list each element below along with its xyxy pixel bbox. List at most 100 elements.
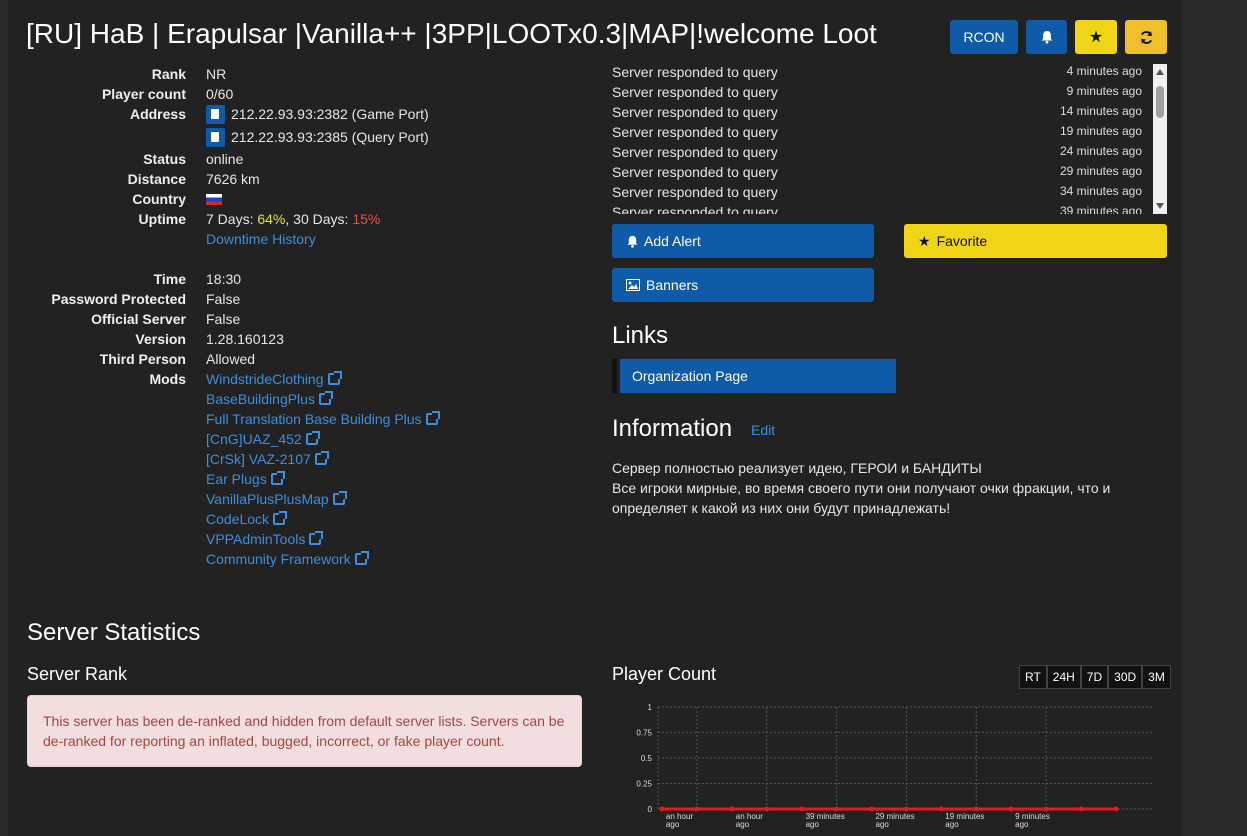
log-text: Server responded to query <box>612 84 778 100</box>
mod-link[interactable]: CodeLock <box>206 511 288 527</box>
official-label: Official Server <box>91 311 186 327</box>
log-entry: Server responded to query 24 minutes ago <box>612 144 1142 164</box>
mod-link[interactable]: WindstrideClothing <box>206 371 342 387</box>
mod-link[interactable]: [CrSk] VAZ-2107 <box>206 451 329 467</box>
log-scrollbar[interactable] <box>1153 64 1167 214</box>
external-link-icon <box>354 551 369 565</box>
third-person-value: Allowed <box>206 351 256 367</box>
range-24h-button[interactable]: 24H <box>1046 665 1081 689</box>
distance-value: 7626 km <box>206 171 260 187</box>
range-30d-button[interactable]: 30D <box>1108 665 1143 689</box>
country-value <box>206 191 222 207</box>
mod-link[interactable]: Full Translation Base Building Plus <box>206 411 440 427</box>
refresh-button[interactable] <box>1125 20 1167 54</box>
external-link-icon <box>327 371 342 385</box>
log-text: Server responded to query <box>612 124 778 140</box>
activity-log[interactable]: Server responded to query 4 minutes ago S… <box>612 64 1167 214</box>
range-rt-button[interactable]: RT <box>1019 665 1047 689</box>
mod-name: VPPAdminTools <box>206 531 306 547</box>
x-tick-label: ago <box>666 820 680 829</box>
log-entry: Server responded to query 29 minutes ago <box>612 164 1142 184</box>
external-link-icon <box>305 431 320 445</box>
version-value: 1.28.160123 <box>206 331 284 347</box>
x-tick-label: ago <box>945 820 959 829</box>
edit-link[interactable]: Edit <box>751 422 775 438</box>
alert-button[interactable] <box>1026 20 1067 54</box>
log-time: 4 minutes ago <box>1066 64 1142 78</box>
external-link-icon <box>314 451 329 465</box>
favorite-star-button[interactable]: ★ <box>1075 20 1117 54</box>
mod-name: Ear Plugs <box>206 471 267 487</box>
uptime-30-value: 15% <box>352 211 381 227</box>
player-count-heading: Player Count <box>612 664 717 684</box>
password-value: False <box>206 291 241 307</box>
player-count-value: 0/60 <box>206 86 234 102</box>
log-entry: Server responded to query 39 minutes ago <box>612 204 1142 214</box>
mod-name: VanillaPlusPlusMap <box>206 491 329 507</box>
scroll-down-icon[interactable] <box>1156 203 1164 209</box>
log-time: 24 minutes ago <box>1059 144 1142 158</box>
mod-link[interactable]: VanillaPlusPlusMap <box>206 491 347 507</box>
banners-button[interactable]: Banners <box>612 268 874 302</box>
favorite-button[interactable]: ★ Favorite <box>904 224 1167 258</box>
y-tick-label: 0.25 <box>636 780 652 789</box>
log-text: Server responded to query <box>612 204 778 214</box>
add-alert-button[interactable]: Add Alert <box>612 224 874 258</box>
rank-label: Rank <box>151 66 186 82</box>
banners-label: Banners <box>646 277 699 293</box>
downtime-history-link[interactable]: Downtime History <box>206 231 316 247</box>
x-tick-label: ago <box>1015 820 1029 829</box>
time-label: Time <box>153 271 186 287</box>
time-value: 18:30 <box>206 271 242 287</box>
mod-name: [CnG]UAZ_452 <box>206 431 302 447</box>
mod-link[interactable]: VPPAdminTools <box>206 531 324 547</box>
scroll-up-icon[interactable] <box>1156 69 1164 75</box>
range-selector: RT 24H 7D 30D 3M <box>1019 665 1171 689</box>
data-point <box>1008 806 1014 812</box>
rcon-button[interactable]: RCON <box>950 20 1018 54</box>
range-7d-button[interactable]: 7D <box>1080 665 1109 689</box>
organization-page-button[interactable]: Organization Page <box>620 359 896 393</box>
game-port-text: 212.22.93.93:2382 (Game Port) <box>231 105 429 122</box>
status-label: Status <box>143 151 186 167</box>
information-heading: Information <box>612 415 733 442</box>
mod-link[interactable]: Ear Plugs <box>206 471 285 487</box>
data-point <box>1078 806 1084 812</box>
copy-icon[interactable] <box>206 104 225 124</box>
derank-alert: This server has been de-ranked and hidde… <box>27 695 582 767</box>
uptime-30-prefix: , 30 Days: <box>285 211 353 227</box>
uptime-value: 7 Days: 64%, 30 Days: 15% <box>206 211 380 227</box>
scroll-thumb[interactable] <box>1156 86 1164 118</box>
distance-label: Distance <box>127 171 186 187</box>
log-entry: Server responded to query 9 minutes ago <box>612 84 1142 104</box>
log-text: Server responded to query <box>612 184 778 200</box>
page-container: [RU] HaB | Erapulsar |Vanilla++ |3PP|LOO… <box>8 0 1182 836</box>
copy-icon[interactable] <box>206 127 225 147</box>
external-link-icon <box>270 471 285 485</box>
log-time: 19 minutes ago <box>1059 124 1142 138</box>
rcon-label: RCON <box>963 29 1005 45</box>
uptime-label: Uptime <box>138 211 186 227</box>
external-link-icon <box>309 531 324 545</box>
description-line: Все игроки мирные, во время своего пути … <box>612 480 1111 516</box>
log-entry: Server responded to query 19 minutes ago <box>612 124 1142 144</box>
mod-link[interactable]: BaseBuildingPlus <box>206 391 333 407</box>
mod-link[interactable]: [CnG]UAZ_452 <box>206 431 320 447</box>
org-link-marker <box>612 359 617 393</box>
server-statistics-heading: Server Statistics <box>27 619 201 646</box>
image-icon <box>626 279 640 291</box>
links-heading: Links <box>612 322 669 349</box>
log-time: 39 minutes ago <box>1059 204 1142 214</box>
mod-link[interactable]: Community Framework <box>206 551 369 567</box>
log-entry: Server responded to query 34 minutes ago <box>612 184 1142 204</box>
range-3m-button[interactable]: 3M <box>1142 665 1171 689</box>
refresh-icon <box>1140 30 1152 44</box>
star-icon: ★ <box>918 232 931 249</box>
data-point <box>869 806 875 812</box>
data-point <box>799 806 805 812</box>
data-point <box>1113 806 1119 812</box>
y-tick-label: 1 <box>648 703 653 712</box>
query-port-value: 212.22.93.93:2385 (Query Port) <box>206 127 429 147</box>
y-tick-label: 0.5 <box>641 754 653 763</box>
description-line: Сервер полностью реализует идею, ГЕРОИ и… <box>612 460 982 476</box>
